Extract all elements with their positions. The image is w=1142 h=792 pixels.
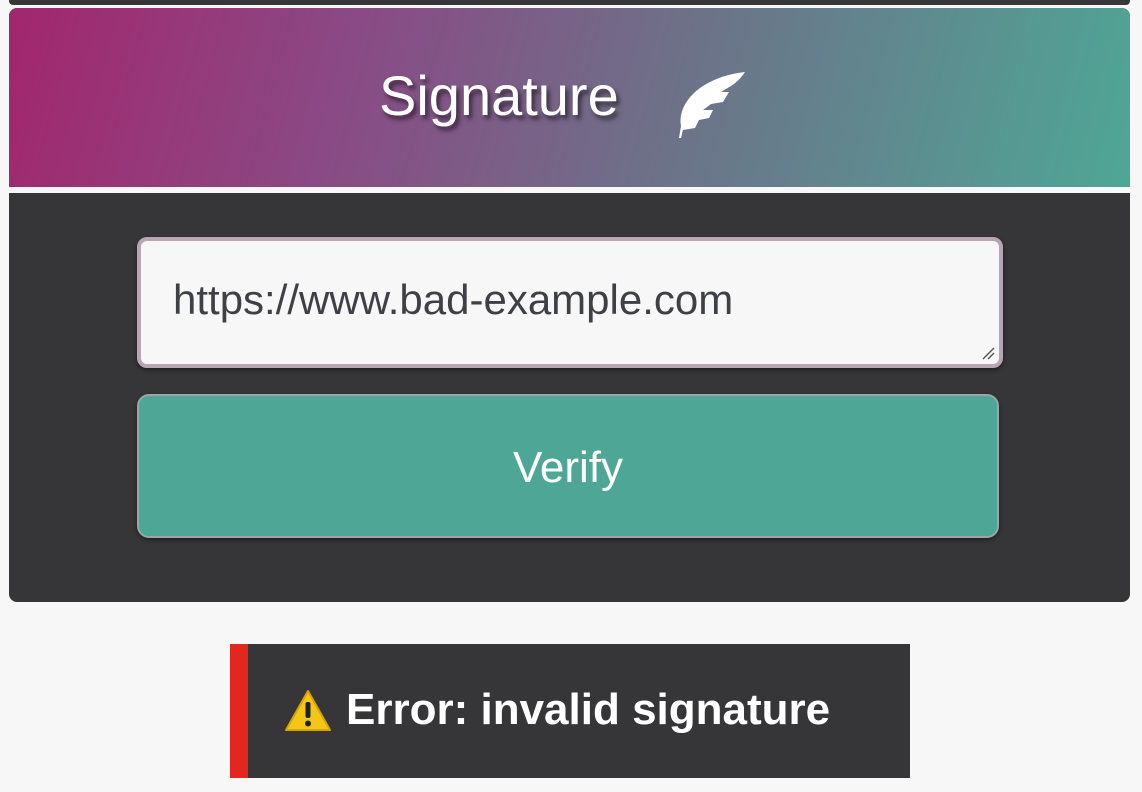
error-accent-stripe [230, 644, 248, 778]
header-banner: Signature [9, 8, 1130, 193]
header-title: Signature [379, 64, 619, 127]
warning-icon [285, 690, 331, 731]
top-strip [9, 0, 1130, 5]
url-input-value: https://www.bad-example.com [173, 276, 734, 323]
signature-card: Signature https://www.bad-example.com Ve… [9, 8, 1130, 602]
verify-button[interactable]: Verify [137, 394, 999, 538]
resize-grip-icon[interactable] [981, 346, 995, 360]
error-message: Error: invalid signature [346, 685, 831, 734]
error-banner: Error: invalid signature [230, 644, 910, 778]
quill-icon [679, 72, 745, 138]
url-input[interactable]: https://www.bad-example.com [137, 237, 1003, 368]
